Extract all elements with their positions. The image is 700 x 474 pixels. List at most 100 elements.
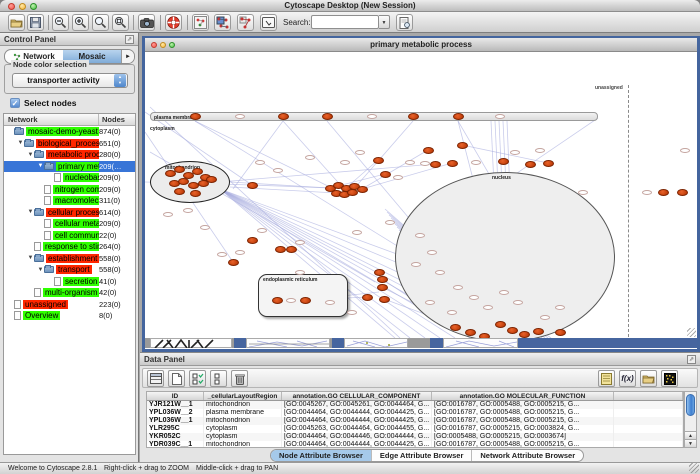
tree-row-establishment-of-lo[interactable]: ▼establishment of lo558(0) <box>4 253 135 265</box>
unselected-node[interactable] <box>513 300 523 305</box>
unselect-all-attributes-button[interactable] <box>210 370 227 387</box>
tree-expander-icon[interactable]: ▼ <box>37 267 44 273</box>
float-panel-icon[interactable]: ⇗ <box>125 35 134 44</box>
column-header-annotation-go-molecular-function[interactable]: annotation.GO MOLECULAR_FUNCTION <box>432 392 614 400</box>
unselected-node[interactable] <box>217 252 227 257</box>
background-window-thumbnail[interactable] <box>246 338 330 348</box>
vizmap-nodes-button[interactable] <box>214 14 231 31</box>
column-header-filler[interactable] <box>614 392 683 400</box>
scroll-up-icon[interactable]: ▲ <box>685 431 696 439</box>
gene-node[interactable] <box>533 328 544 335</box>
unselected-node[interactable] <box>499 290 509 295</box>
gene-node[interactable] <box>300 297 311 304</box>
gene-node[interactable] <box>423 147 434 154</box>
function-builder-button[interactable]: f(x) <box>619 370 636 387</box>
unselected-node[interactable] <box>483 305 493 310</box>
tree-expander-icon[interactable]: ▼ <box>17 140 24 146</box>
unselected-node[interactable] <box>535 148 545 153</box>
tree-expander-icon[interactable]: ▼ <box>27 209 34 215</box>
unselected-node[interactable] <box>415 233 425 238</box>
tree-row-cellular-metabol[interactable]: cellular metabol209(0) <box>4 218 135 230</box>
scroll-down-icon[interactable]: ▼ <box>685 439 696 447</box>
unselected-node[interactable] <box>295 270 305 275</box>
gene-node[interactable] <box>450 324 461 331</box>
unselected-node[interactable] <box>255 160 265 165</box>
attribute-editor-button[interactable] <box>598 370 615 387</box>
background-window-edge[interactable] <box>234 338 246 348</box>
gene-node[interactable] <box>377 276 388 283</box>
search-input[interactable] <box>311 15 379 29</box>
nucleus-region[interactable]: nucleus <box>395 172 615 338</box>
attribute-table[interactable]: ID_cellularLayoutRegionannotation.GO CEL… <box>146 391 684 448</box>
tree-row-nucleobase-[interactable]: nucleobase-209(0) <box>4 172 135 184</box>
gene-node[interactable] <box>519 331 530 338</box>
gene-node[interactable] <box>377 284 388 291</box>
unselected-node[interactable] <box>411 262 421 267</box>
gene-node[interactable] <box>495 321 506 328</box>
new-attribute-button[interactable] <box>168 370 185 387</box>
gene-node[interactable] <box>275 246 286 253</box>
select-attributes-button[interactable] <box>147 370 164 387</box>
node-color-dropdown[interactable]: transporter activity ▲▼ <box>12 73 128 88</box>
unselected-node[interactable] <box>405 160 415 165</box>
unselected-node[interactable] <box>163 212 173 217</box>
gene-node[interactable] <box>228 259 239 266</box>
unselected-node[interactable] <box>295 240 305 245</box>
gene-node[interactable] <box>555 329 566 336</box>
gene-node[interactable] <box>347 189 358 196</box>
tab-node-attribute-browser[interactable]: Node Attribute Browser <box>271 450 372 461</box>
gene-node[interactable] <box>247 182 258 189</box>
unselected-node[interactable] <box>447 310 457 315</box>
window-resize-grip[interactable] <box>687 328 696 337</box>
unselected-node[interactable] <box>385 220 395 225</box>
background-window-thumbnail[interactable] <box>443 338 518 348</box>
tree-row-mosaic-demo-yeast[interactable]: mosaic-demo-yeast874(0) <box>4 126 135 138</box>
gene-node[interactable] <box>543 160 554 167</box>
unselected-node[interactable] <box>352 230 362 235</box>
tree-row-unassigned[interactable]: unassigned223(0) <box>4 299 135 311</box>
tree-header-network[interactable]: Network <box>4 114 99 125</box>
gene-node[interactable] <box>190 190 201 197</box>
app-resize-grip[interactable] <box>689 463 699 473</box>
unselected-node[interactable] <box>469 295 479 300</box>
tab-edge-attribute-browser[interactable]: Edge Attribute Browser <box>372 450 472 461</box>
tree-row-nitrogen-compo[interactable]: nitrogen compo209(0) <box>4 184 135 196</box>
gene-node[interactable] <box>498 158 509 165</box>
attribute-matrix-button[interactable] <box>661 370 678 387</box>
tree-expander-icon[interactable]: ▼ <box>27 152 34 158</box>
unselected-node[interactable] <box>453 285 463 290</box>
tree-row-secretion[interactable]: secretion41(0) <box>4 276 135 288</box>
network-window-titlebar[interactable]: primary metabolic process <box>145 38 697 52</box>
column-header--cellularlayoutregion[interactable]: _cellularLayoutRegion <box>204 392 282 400</box>
gene-node[interactable] <box>272 297 283 304</box>
tab-network-attribute-browser[interactable]: Network Attribute Browser <box>472 450 583 461</box>
gene-node[interactable] <box>247 237 258 244</box>
unselected-node[interactable] <box>642 190 652 195</box>
gene-node[interactable] <box>525 161 536 168</box>
birdseye-view-button[interactable] <box>192 14 209 31</box>
float-panel-icon[interactable]: ⇗ <box>687 355 696 364</box>
unselected-node[interactable] <box>200 225 210 230</box>
gene-node[interactable] <box>479 333 490 339</box>
unselected-node[interactable] <box>183 208 193 213</box>
column-header-id[interactable]: ID <box>147 392 204 400</box>
unselected-node[interactable] <box>471 160 481 165</box>
tree-row-overview[interactable]: Overview8(0) <box>4 310 135 322</box>
background-window-thumbnail[interactable] <box>150 338 232 348</box>
gene-node[interactable] <box>379 296 390 303</box>
table-row[interactable]: YPL036W__1mitochondrion[GO:0044464, GO:0… <box>147 417 683 425</box>
unselected-node[interactable] <box>510 150 520 155</box>
tree-row-cellular-process[interactable]: ▼cellular process614(0) <box>4 207 135 219</box>
unselected-node[interactable] <box>495 114 505 119</box>
scrollbar-thumb[interactable] <box>686 394 695 416</box>
select-nodes-checkbox[interactable]: ✓ <box>10 98 20 108</box>
unselected-node[interactable] <box>347 310 357 315</box>
gene-node[interactable] <box>322 113 333 120</box>
network-edge[interactable] <box>220 164 435 182</box>
unselected-node[interactable] <box>355 150 365 155</box>
gene-node[interactable] <box>278 113 289 120</box>
gene-node[interactable] <box>658 189 669 196</box>
tree-row-metabolic-process[interactable]: ▼metabolic process280(0) <box>4 149 135 161</box>
unselected-node[interactable] <box>257 228 267 233</box>
network-canvas[interactable]: plasma membrane cytoplasm mitochondrion … <box>145 52 697 338</box>
